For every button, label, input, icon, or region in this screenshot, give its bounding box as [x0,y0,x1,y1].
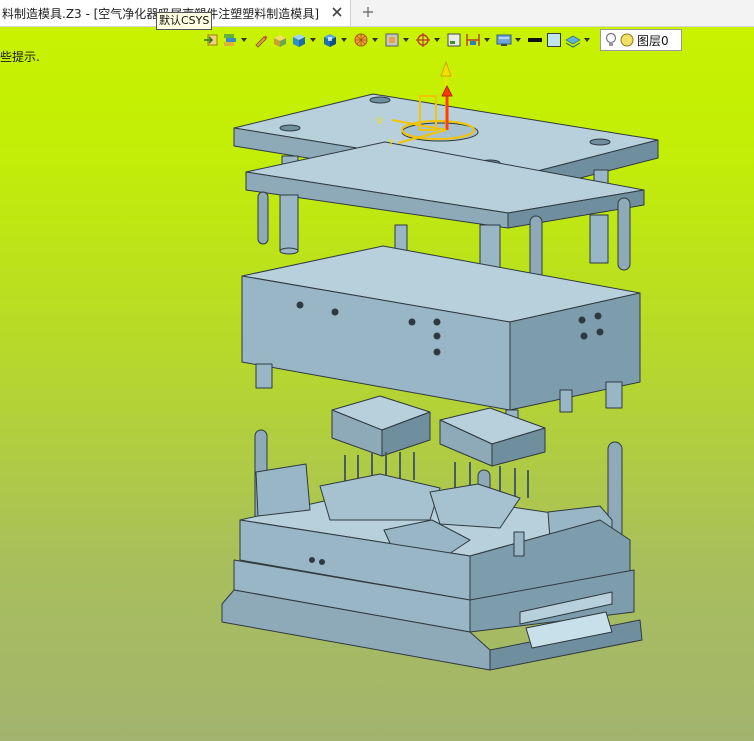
mold-model[interactable]: Z V Y [0,27,754,741]
y-axis-label: Y [387,138,395,149]
tab-bar: 料制造模具.Z3 - [空气净化器吸尾壳塑件注塑塑料制造模具] [0,0,754,27]
graphics-viewport[interactable]: 图层0 些提示. Z V Y [0,27,754,741]
tooltip: 默认CSYS [156,12,213,30]
plus-icon[interactable] [360,4,376,20]
cavity-block [241,245,641,411]
v-axis-label: V [376,116,383,127]
z-axis-label: Z [450,70,457,81]
tooltip-text: 默认CSYS [159,14,210,27]
close-icon[interactable] [330,5,344,19]
